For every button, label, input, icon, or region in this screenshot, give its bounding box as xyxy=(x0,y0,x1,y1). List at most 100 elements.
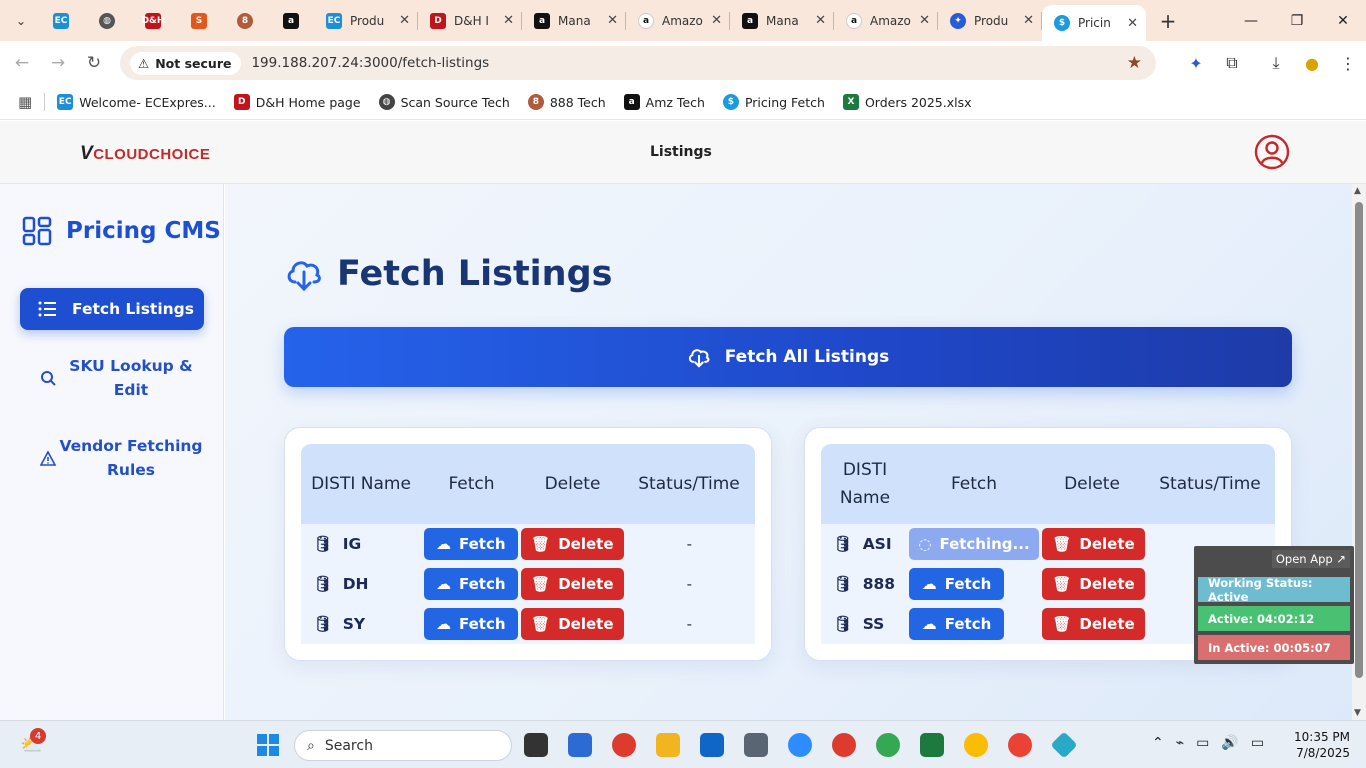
bookmark-item[interactable]: X Orders 2025.xlsx xyxy=(842,94,972,110)
fetch-button[interactable]: ☁ Fetch xyxy=(423,608,519,640)
profile-icon[interactable]: ● xyxy=(1294,54,1330,73)
user-avatar-icon[interactable] xyxy=(1254,134,1290,170)
page-scrollbar[interactable]: ▲ ▼ xyxy=(1352,184,1366,720)
pinned-tab-globe[interactable]: ◍ xyxy=(84,0,130,41)
zoom-icon[interactable] xyxy=(788,733,812,757)
download-icon[interactable]: ⤓ xyxy=(1258,53,1294,73)
close-icon[interactable]: ✕ xyxy=(607,13,618,28)
pinned-tab-dh[interactable]: D&H xyxy=(130,0,176,41)
file-explorer-icon[interactable] xyxy=(656,733,680,757)
chrome-icon[interactable] xyxy=(832,733,856,757)
close-icon[interactable]: ✕ xyxy=(503,13,514,28)
tab-search-button[interactable]: ⌄ xyxy=(4,7,38,35)
page-heading: Fetch Listings xyxy=(337,254,613,294)
browser-tab[interactable]: a Mana ✕ xyxy=(730,0,834,41)
bookmark-item[interactable]: EC Welcome- ECExpres... xyxy=(57,94,216,110)
back-icon[interactable]: ← xyxy=(4,53,40,73)
search-icon: ⌕ xyxy=(307,737,315,754)
close-icon[interactable]: ✕ xyxy=(1127,16,1138,31)
app-icon[interactable] xyxy=(1050,731,1078,759)
close-icon[interactable]: ✕ xyxy=(711,13,722,28)
sidebar-item-sku-lookup[interactable]: SKU Lookup & Edit xyxy=(20,352,204,404)
taskbar-search[interactable]: ⌕ Search xyxy=(294,730,512,761)
table-body: 🛢 IG ☁ Fetch 🗑 Delete - 🛢 DH ☁ Fetch 🗑 Delete … xyxy=(301,524,755,644)
window-controls: — ❐ ✕ xyxy=(1228,13,1366,29)
browser-tab[interactable]: EC Produ ✕ xyxy=(314,0,418,41)
battery-icon[interactable]: ▭ xyxy=(1251,735,1264,751)
bookmark-item[interactable]: $ Pricing Fetch xyxy=(722,94,825,110)
chevron-up-icon[interactable]: ⌃ xyxy=(1152,735,1164,751)
bookmark-item[interactable]: ◍ Scan Source Tech xyxy=(378,94,510,110)
extensions-puzzle-icon[interactable]: ⧉ xyxy=(1214,53,1250,73)
sidebar-item-vendor-rules[interactable]: Vendor Fetching Rules xyxy=(20,432,204,484)
reload-icon[interactable]: ↻ xyxy=(76,53,112,73)
close-icon[interactable]: ✕ xyxy=(1023,13,1034,28)
address-bar[interactable]: ⚠ Not secure 199.188.207.24:3000/fetch-l… xyxy=(120,46,1156,80)
open-app-link[interactable]: Open App ↗ xyxy=(1271,550,1350,568)
store-icon[interactable] xyxy=(568,733,592,757)
delete-button[interactable]: 🗑 Delete xyxy=(1042,568,1145,600)
maximize-icon[interactable]: ❐ xyxy=(1274,13,1320,29)
chrome-icon[interactable] xyxy=(1008,733,1032,757)
more-menu-icon[interactable]: ⋮ xyxy=(1330,54,1366,73)
search-placeholder: Search xyxy=(324,737,373,754)
forward-icon[interactable]: → xyxy=(40,53,76,73)
delete-button[interactable]: 🗑 Delete xyxy=(1042,528,1145,560)
fetch-button[interactable]: ☁ Fetch xyxy=(423,568,519,600)
fetch-button[interactable]: ☁ Fetch xyxy=(909,568,1004,600)
bookmark-item[interactable]: 8 888 Tech xyxy=(527,94,606,110)
new-tab-button[interactable]: + xyxy=(1152,9,1184,33)
fetch-button[interactable]: ☁ Fetch xyxy=(909,608,1004,640)
url-text[interactable]: 199.188.207.24:3000/fetch-listings xyxy=(251,55,489,71)
bookmark-item[interactable]: D D&H Home page xyxy=(233,94,361,110)
chrome-icon[interactable] xyxy=(964,733,988,757)
header-nav-listings[interactable]: Listings xyxy=(650,144,712,160)
volume-icon[interactable]: 🔊 xyxy=(1221,735,1238,751)
minimize-icon[interactable]: — xyxy=(1228,13,1274,29)
delete-button[interactable]: 🗑 Delete xyxy=(521,528,624,560)
sidebar-brand-title: Pricing CMS xyxy=(66,218,221,244)
browser-tab[interactable]: ✦ Produ ✕ xyxy=(938,0,1042,41)
network-icon[interactable]: ⌁ xyxy=(1176,735,1184,751)
browser-tab[interactable]: D D&H I ✕ xyxy=(418,0,522,41)
browser-tab-active[interactable]: $ Pricin ✕ xyxy=(1042,5,1146,41)
fetch-button[interactable]: ☁ Fetch xyxy=(423,528,519,560)
outlook-icon[interactable] xyxy=(700,733,724,757)
delete-button[interactable]: 🗑 Delete xyxy=(521,568,624,600)
apps-grid-icon[interactable]: ▦ xyxy=(18,93,32,111)
chrome-icon[interactable] xyxy=(876,733,900,757)
close-icon[interactable]: ✕ xyxy=(815,13,826,28)
browser-tab[interactable]: a Amazo ✕ xyxy=(834,0,938,41)
scroll-down-icon[interactable]: ▼ xyxy=(1354,708,1361,718)
logo[interactable]: VCLOUDCHOICE xyxy=(80,143,210,165)
browser-tab[interactable]: a Mana ✕ xyxy=(522,0,626,41)
close-icon[interactable]: ✕ xyxy=(919,13,930,28)
task-view-icon[interactable] xyxy=(524,733,548,757)
delete-label: Delete xyxy=(1079,615,1135,633)
delete-button[interactable]: 🗑 Delete xyxy=(521,608,624,640)
fetching-button[interactable]: ◌ Fetching... xyxy=(909,528,1039,560)
close-window-icon[interactable]: ✕ xyxy=(1320,13,1366,29)
pinned-tab-swirl[interactable]: S xyxy=(176,0,222,41)
close-icon[interactable]: ✕ xyxy=(399,13,410,28)
security-chip[interactable]: ⚠ Not secure xyxy=(130,51,242,75)
extension-app-icon[interactable]: ✦ xyxy=(1178,54,1214,73)
excel-icon[interactable] xyxy=(920,733,944,757)
display-icon[interactable]: ▭ xyxy=(1196,735,1209,751)
windows-start-icon[interactable] xyxy=(256,733,280,757)
sidebar-item-fetch-listings[interactable]: Fetch Listings xyxy=(20,288,204,330)
pinned-tab-888[interactable]: 8 xyxy=(222,0,268,41)
taskbar-clock[interactable]: 10:35 PM 7/8/2025 xyxy=(1290,729,1350,761)
delete-button[interactable]: 🗑 Delete xyxy=(1042,608,1145,640)
chrome-icon[interactable] xyxy=(612,733,636,757)
scroll-up-icon[interactable]: ▲ xyxy=(1354,186,1361,196)
bookmark-star-icon[interactable]: ★ xyxy=(1127,53,1142,73)
bookmark-item[interactable]: a Amz Tech xyxy=(623,94,705,110)
fetch-all-listings-button[interactable]: Fetch All Listings xyxy=(284,327,1292,387)
fetch-label: Fetch xyxy=(459,535,506,553)
calculator-icon[interactable] xyxy=(744,733,768,757)
pinned-tab-amazon[interactable]: a xyxy=(268,0,314,41)
scrollbar-thumb[interactable] xyxy=(1355,202,1363,678)
browser-tab[interactable]: a Amazo ✕ xyxy=(626,0,730,41)
pinned-tab-ec[interactable]: EC xyxy=(38,0,84,41)
